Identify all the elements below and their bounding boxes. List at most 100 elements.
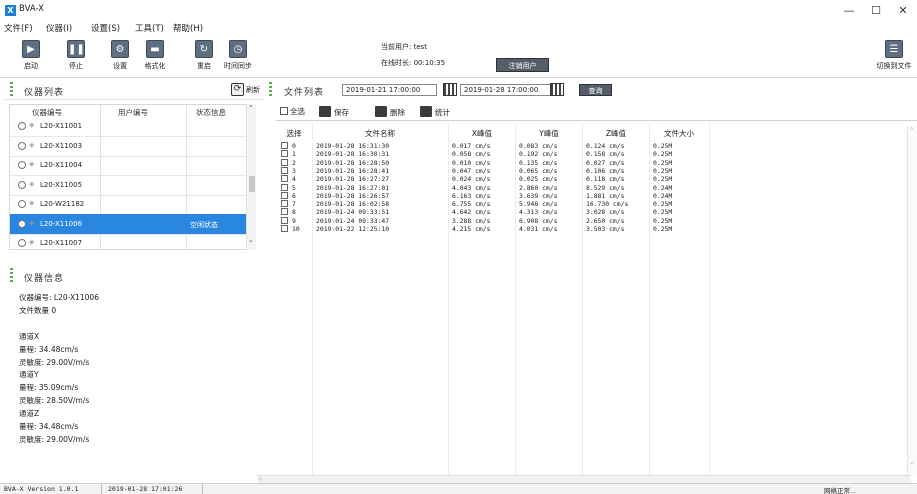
menu-help[interactable]: 帮助(H): [173, 22, 203, 34]
query-button[interactable]: 查询: [579, 84, 612, 96]
menu-settings[interactable]: 设置(S): [91, 22, 120, 34]
device-id: L20-X11001: [40, 122, 83, 130]
device-list-scrollbar[interactable]: ˄ ˅: [246, 104, 256, 250]
menu-instrument[interactable]: 仪器(I): [46, 22, 72, 34]
select-header[interactable]: 选择: [280, 128, 308, 139]
z-peak-header[interactable]: Z峰值: [586, 128, 646, 139]
file-size-header[interactable]: 文件大小: [653, 128, 705, 139]
radio-icon[interactable]: [18, 239, 26, 247]
file-cell: 4.043 cm/s: [452, 183, 491, 192]
logout-button[interactable]: 注销用户: [496, 58, 549, 72]
scroll-left-icon[interactable]: ‹: [259, 475, 262, 483]
row-checkbox[interactable]: [281, 158, 288, 166]
row-checkbox[interactable]: [281, 225, 288, 232]
drive-icon: ▬: [146, 40, 164, 58]
radio-icon[interactable]: [18, 180, 26, 189]
device-info-line: 量程: 34.48cm/s: [19, 344, 79, 354]
stats-button[interactable]: 统计: [420, 106, 450, 118]
device-table: 仪器编号 用户编号 状态信息 ◈ L20-X11001 ◈ L20-X11003 ◈ L2…: [9, 104, 254, 250]
y-peak-header[interactable]: Y峰值: [519, 128, 579, 139]
scroll-down-icon[interactable]: ˅: [249, 240, 253, 248]
file-row[interactable]: 9 2019-01-24 09:33:47 3.288 cm/s 6.908 cm/s…: [276, 216, 716, 225]
file-cell: 3.503 cm/s: [586, 225, 625, 233]
file-cell: 0.124 cm/s: [586, 142, 625, 150]
calendar-icon[interactable]: [443, 83, 457, 96]
row-checkbox[interactable]: [281, 150, 288, 158]
x-peak-header[interactable]: X峰值: [452, 128, 512, 139]
radio-icon[interactable]: [18, 122, 26, 130]
date-to-field[interactable]: 2019-01-28 17:00:00: [460, 84, 555, 96]
file-list-title: 文件列表: [284, 88, 325, 98]
minimize-button[interactable]: —: [838, 3, 860, 19]
row-checkbox[interactable]: [281, 191, 288, 199]
radio-icon[interactable]: [18, 161, 26, 169]
calendar-icon[interactable]: [550, 83, 564, 96]
row-checkbox[interactable]: [281, 208, 288, 216]
start-button[interactable]: ▶ 启动: [13, 38, 49, 74]
device-row[interactable]: ◈ L20-W21182: [10, 194, 253, 215]
radio-icon[interactable]: [18, 141, 26, 150]
row-checkbox[interactable]: [281, 166, 288, 174]
radio-icon[interactable]: [18, 200, 26, 208]
row-checkbox[interactable]: [281, 175, 288, 183]
device-row[interactable]: ◈ L20-X11005: [10, 175, 253, 196]
file-row[interactable]: 5 2019-01-28 16:27:01 4.043 cm/s 2.860 cm/s…: [276, 183, 716, 192]
file-row[interactable]: 8 2019-01-24 09:33:51 4.642 cm/s 4.313 cm/s…: [276, 208, 716, 216]
row-checkbox[interactable]: [281, 142, 288, 149]
device-id: L20-X11004: [40, 161, 83, 169]
row-checkbox[interactable]: [281, 183, 288, 191]
time-sync-button[interactable]: ◷ 时间同步: [220, 38, 256, 74]
scroll-thumb[interactable]: [249, 176, 255, 192]
status-bar: BVA-X Version 1.0.1 2019-01-28 17:01:26 …: [0, 483, 917, 494]
device-row[interactable]: ◈ L20-X11006 空闲状态: [10, 213, 253, 235]
menu-tools[interactable]: 工具(T): [135, 22, 164, 34]
close-button[interactable]: ✕: [892, 3, 914, 19]
device-info-line: 灵敏度: 29.00V/m/s: [19, 357, 90, 367]
file-row[interactable]: 1 2019-01-28 16:30:31 0.058 cm/s 0.192 cm/s…: [276, 150, 716, 158]
scroll-down-icon[interactable]: ˅: [910, 462, 914, 470]
row-checkbox[interactable]: [281, 216, 288, 224]
file-row[interactable]: 10 2019-01-22 12:25:10 4.215 cm/s 4.031 cm/…: [276, 225, 716, 233]
refresh-icon[interactable]: ⟳: [231, 83, 244, 96]
device-row[interactable]: ◈ L20-X11004: [10, 155, 253, 176]
file-cell: 3.028 cm/s: [586, 208, 625, 217]
maximize-button[interactable]: ☐: [865, 3, 887, 19]
switch-to-file-button[interactable]: ☰ 切换到文件: [874, 38, 914, 74]
date-from-field[interactable]: 2019-01-21 17:00:00: [342, 84, 437, 96]
signal-icon: ◈: [29, 179, 35, 188]
row-checkbox[interactable]: [281, 200, 288, 208]
stop-button[interactable]: ❚❚ 停止: [58, 38, 94, 74]
file-cell: 9: [292, 216, 296, 225]
restart-button[interactable]: ↻ 重启: [186, 38, 222, 74]
panel-grip[interactable]: [269, 82, 272, 97]
file-cell: 3.639 cm/s: [519, 191, 558, 200]
save-button[interactable]: 保存: [319, 106, 349, 118]
file-row[interactable]: 0 2019-01-28 16:31:30 0.017 cm/s 0.083 cm/s…: [276, 142, 716, 150]
select-all-checkbox[interactable]: 全选: [280, 106, 305, 117]
scroll-up-icon[interactable]: ˄: [249, 105, 253, 113]
file-list-vscrollbar[interactable]: ˄ ˅: [907, 126, 917, 475]
file-name-header[interactable]: 文件名称: [316, 128, 444, 139]
file-cell: 0.083 cm/s: [519, 142, 558, 150]
panel-grip[interactable]: [10, 268, 13, 283]
device-row[interactable]: ◈ L20-X11003: [10, 136, 253, 157]
file-row[interactable]: 6 2019-01-28 16:26:57 6.163 cm/s 3.639 cm/s…: [276, 191, 716, 200]
device-row[interactable]: ◈ L20-X11007: [10, 233, 253, 249]
scroll-up-icon[interactable]: ˄: [910, 127, 914, 135]
radio-icon[interactable]: [18, 219, 26, 228]
panel-grip[interactable]: [10, 82, 13, 97]
menu-file[interactable]: 文件(F): [4, 22, 33, 34]
file-row[interactable]: 4 2019-01-28 16:27:27 0.024 cm/s 0.025 cm/s…: [276, 175, 716, 183]
device-row[interactable]: ◈ L20-X11001: [10, 116, 253, 137]
format-button[interactable]: ▬ 格式化: [137, 38, 173, 74]
file-row[interactable]: 7 2019-01-28 16:02:58 6.755 cm/s 5.948 cm/s…: [276, 200, 716, 208]
delete-button[interactable]: 删除: [375, 106, 405, 118]
file-row[interactable]: 3 2019-01-28 16:28:41 0.047 cm/s 0.065 cm/s…: [276, 166, 716, 175]
refresh-button[interactable]: 刷新: [246, 85, 260, 95]
file-cell: 3.288 cm/s: [452, 216, 491, 225]
settings-button[interactable]: ⚙ 设置: [102, 38, 138, 74]
device-info-line: 灵敏度: 29.00V/m/s: [19, 434, 90, 444]
file-row[interactable]: 2 2019-01-28 16:28:50 0.010 cm/s 0.135 cm/s…: [276, 158, 716, 167]
file-list-hscrollbar[interactable]: ‹: [257, 475, 911, 483]
settings-label: 设置: [113, 62, 127, 70]
